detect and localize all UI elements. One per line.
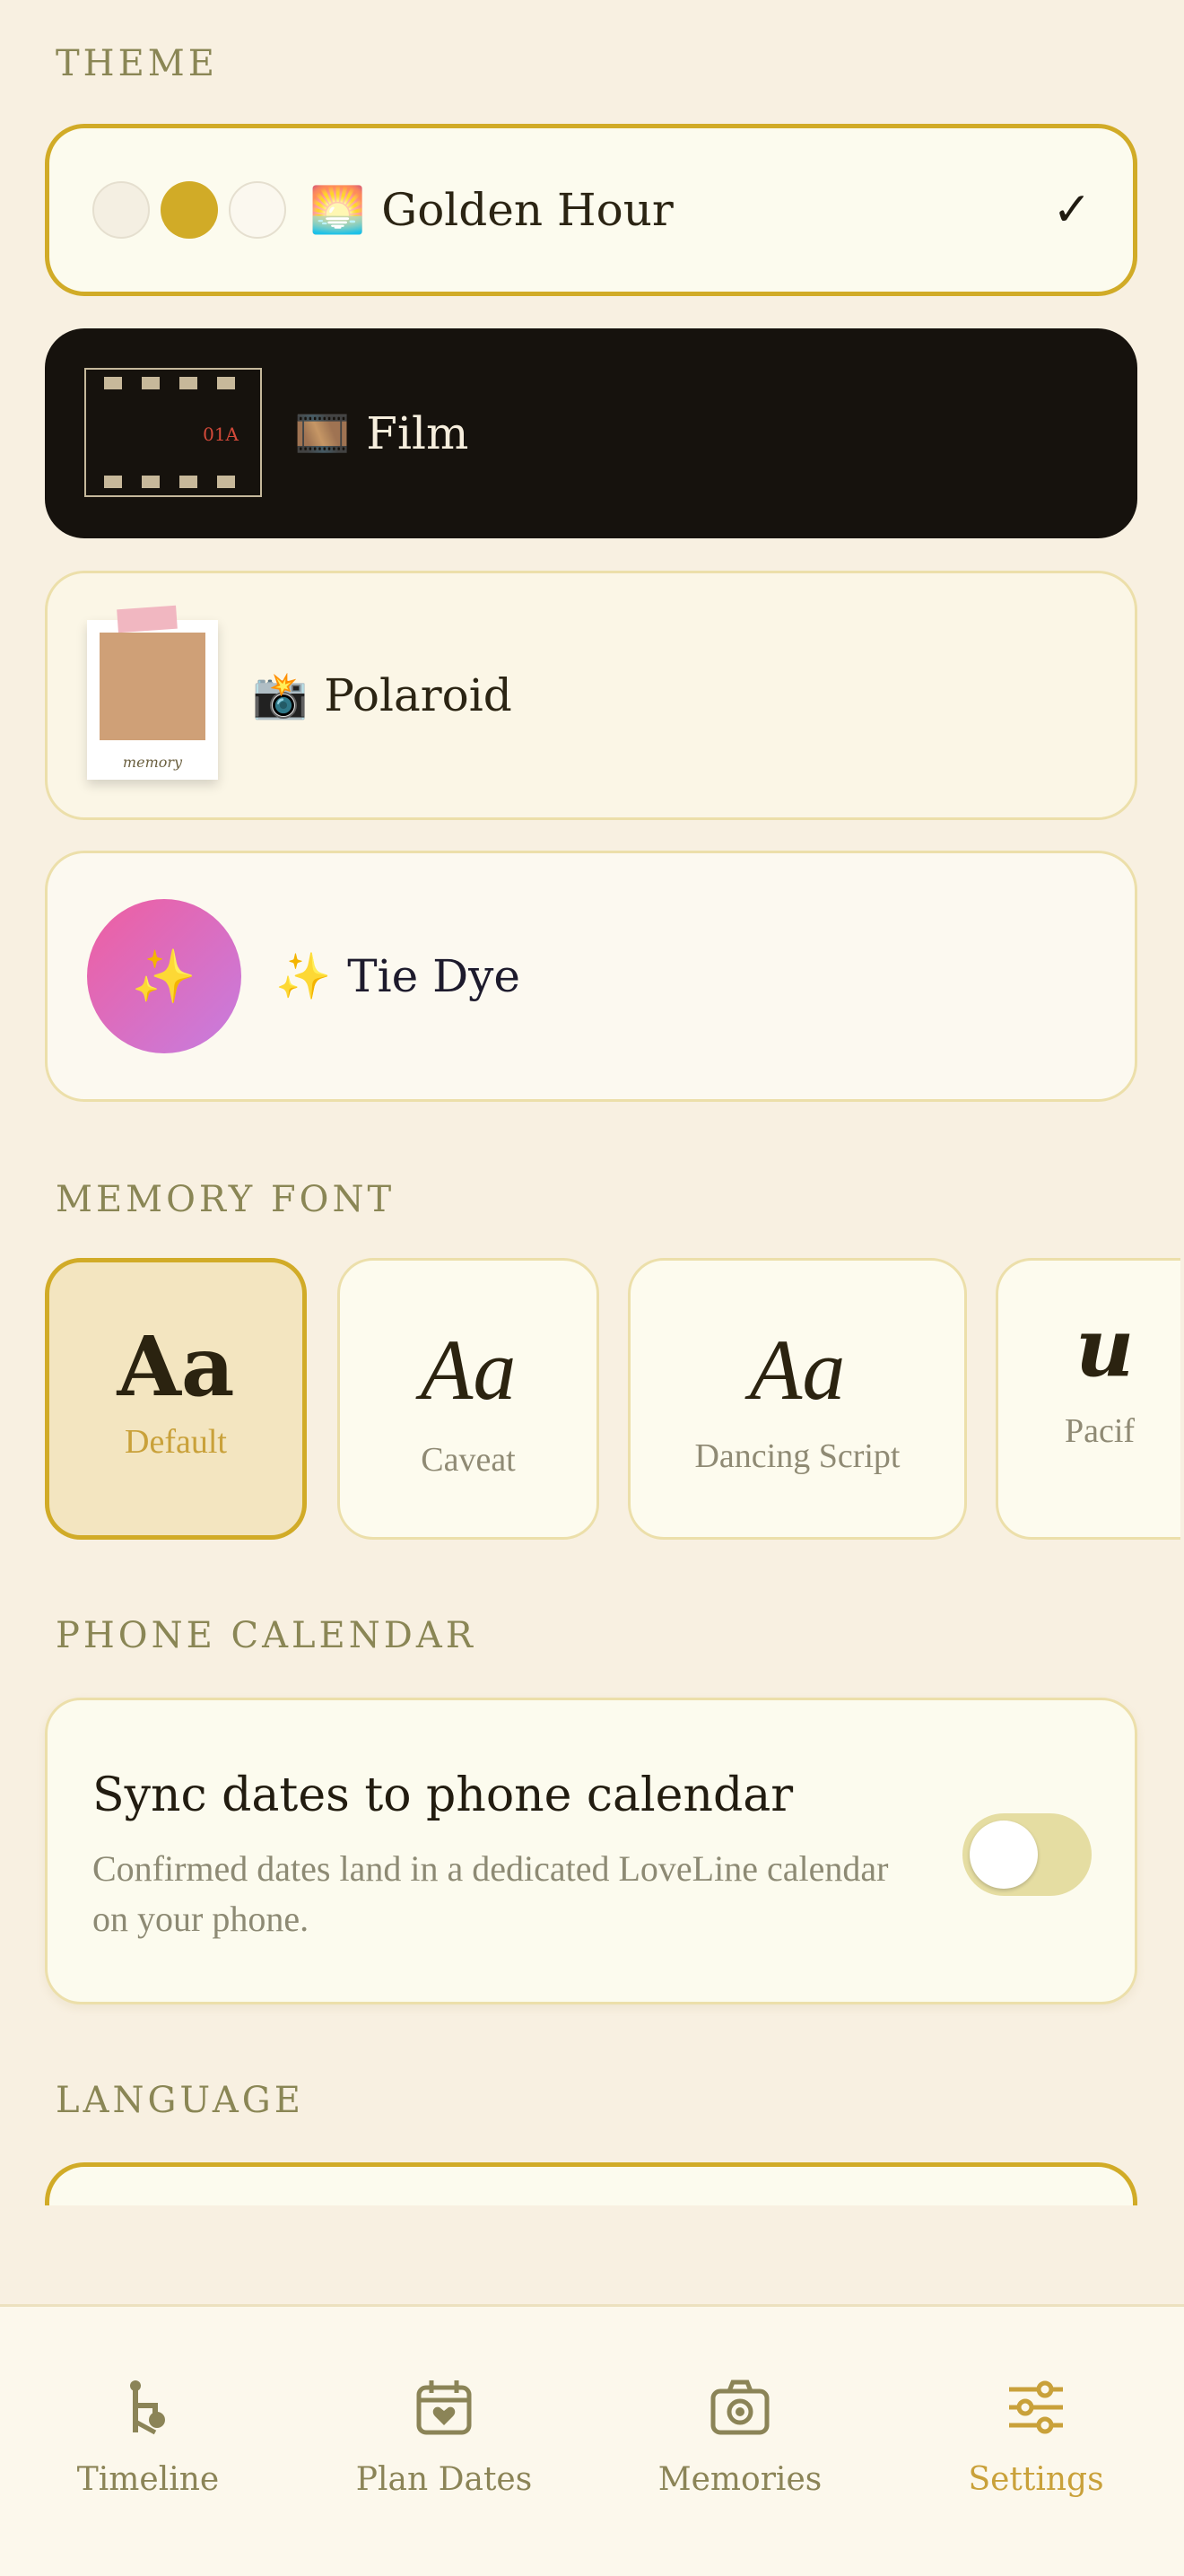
nav-label: Plan Dates [355, 2461, 533, 2498]
nav-tab-plan-dates[interactable]: Plan Dates [296, 2307, 592, 2576]
polaroid-caption: memory [122, 754, 183, 771]
calendar-heart-icon [416, 2380, 472, 2435]
theme-option-golden-hour[interactable]: 🌅 Golden Hour ✓ [45, 124, 1137, 296]
font-sample: u [1075, 1300, 1135, 1395]
font-sample: Aa [420, 1322, 517, 1418]
camera-flash-icon: 📸 [252, 669, 309, 721]
font-option-pacifico[interactable]: u Pacif [996, 1258, 1180, 1540]
calendar-sync-card: Sync dates to phone calendar Confirmed d… [45, 1698, 1137, 2004]
theme-option-film[interactable]: 01A 🎞️ Film [45, 328, 1137, 538]
scroll-fade [0, 2205, 1184, 2304]
sunset-icon: 🌅 [309, 184, 366, 236]
nav-tab-settings[interactable]: Settings [888, 2307, 1184, 2576]
font-sample: Aa [749, 1322, 846, 1418]
sparkles-icon: ✨ [275, 950, 332, 1002]
font-label: Dancing Script [694, 1437, 901, 1475]
font-option-caveat[interactable]: Aa Caveat [337, 1258, 599, 1540]
section-label-memory-font: MEMORY FONT [56, 1179, 396, 1220]
nav-label: Timeline [76, 2461, 220, 2498]
nav-tab-memories[interactable]: Memories [592, 2307, 888, 2576]
calendar-sync-description: Confirmed dates land in a dedicated Love… [92, 1848, 889, 1939]
theme-option-polaroid[interactable]: memory 📸 Polaroid [45, 571, 1137, 820]
theme-label: Film [366, 407, 469, 459]
font-sample: Aa [117, 1318, 235, 1415]
theme-name: ✨ Tie Dye [275, 950, 520, 1002]
theme-option-tie-dye[interactable]: ✨ ✨ Tie Dye [45, 851, 1137, 1102]
calendar-sync-title: Sync dates to phone calendar [92, 1768, 794, 1822]
section-label-phone-calendar: PHONE CALENDAR [56, 1615, 476, 1656]
font-label: Default [125, 1423, 227, 1461]
film-thumbnail: 01A [84, 368, 262, 497]
tie-dye-thumbnail: ✨ [87, 899, 241, 1053]
check-icon: ✓ [1052, 183, 1092, 237]
film-code: 01A [203, 424, 239, 445]
theme-label: Polaroid [324, 669, 512, 721]
font-label: Caveat [421, 1441, 516, 1479]
timeline-icon [130, 2380, 165, 2435]
bottom-nav: Timeline Plan Dates Memories Settings [0, 2304, 1184, 2576]
theme-name: 🎞️ Film [294, 407, 468, 459]
toggle-knob [970, 1821, 1038, 1889]
polaroid-thumbnail: memory [87, 605, 218, 780]
theme-label: Tie Dye [347, 950, 521, 1002]
nav-tab-timeline[interactable]: Timeline [0, 2307, 296, 2576]
section-label-theme: THEME [56, 43, 218, 84]
camera-icon [710, 2380, 770, 2435]
calendar-sync-toggle[interactable] [962, 1813, 1092, 1896]
theme-name: 📸 Polaroid [252, 669, 512, 721]
font-label: Pacif [1065, 1412, 1136, 1450]
font-option-default[interactable]: Aa Default [45, 1258, 307, 1540]
swatch-white [229, 181, 286, 239]
swatch-light [92, 181, 150, 239]
theme-swatches [92, 181, 286, 239]
theme-name: 🌅 Golden Hour [309, 184, 674, 236]
nav-label: Memories [657, 2461, 823, 2498]
swatch-gold [161, 181, 218, 239]
film-icon: 🎞️ [294, 407, 351, 459]
section-label-language: LANGUAGE [56, 2080, 304, 2121]
sparkles-icon: ✨ [131, 945, 197, 1007]
font-option-dancing-script[interactable]: Aa Dancing Script [628, 1258, 967, 1540]
sliders-icon [1009, 2380, 1063, 2434]
nav-label: Settings [968, 2461, 1104, 2498]
theme-label: Golden Hour [381, 184, 674, 236]
